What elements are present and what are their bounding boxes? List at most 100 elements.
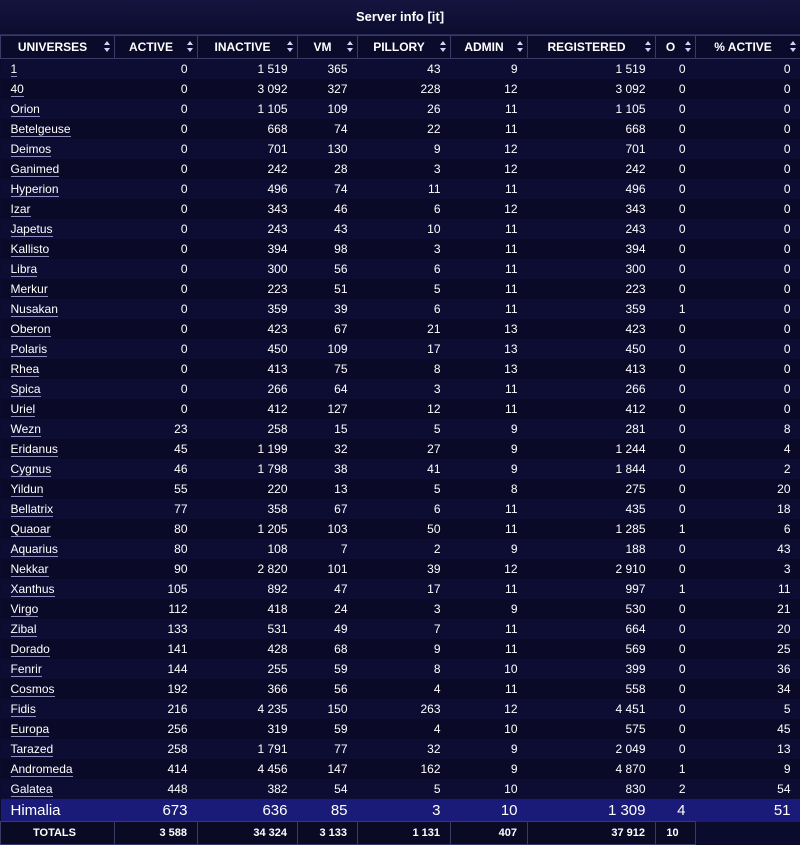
- column-header-admin[interactable]: ADMIN: [450, 35, 528, 59]
- table-body: 101 519 365 43 9 1 519 0 0 40 0 3 092 327 228 12 3 09…: [0, 58, 800, 845]
- universe-link[interactable]: Kallisto: [10, 242, 50, 257]
- cell-vm: 109: [297, 99, 358, 119]
- universe-link[interactable]: 1: [10, 62, 18, 77]
- universe-link[interactable]: Dorado: [10, 642, 50, 657]
- cell-active: 0: [114, 359, 198, 379]
- cell-vm: 54: [297, 779, 358, 799]
- sort-icon[interactable]: [287, 41, 293, 53]
- universe-link[interactable]: Virgo: [10, 602, 39, 617]
- universe-link[interactable]: Oberon: [10, 322, 51, 337]
- universe-link[interactable]: Merkur: [10, 282, 48, 297]
- cell-admin: 8: [450, 479, 528, 499]
- cell-active: 90: [114, 559, 198, 579]
- column-header-registered[interactable]: REGISTERED: [527, 35, 656, 59]
- universe-link[interactable]: Europa: [10, 722, 50, 737]
- cell-inactive: 366: [197, 679, 298, 699]
- universe-link[interactable]: Rhea: [10, 362, 40, 377]
- universe-link[interactable]: Galatea: [10, 782, 53, 797]
- universe-link[interactable]: Aquarius: [10, 542, 58, 557]
- universe-link[interactable]: 40: [10, 82, 24, 97]
- universe-link[interactable]: Betelgeuse: [10, 122, 71, 137]
- universe-link[interactable]: Tarazed: [10, 742, 54, 757]
- universe-link[interactable]: Nekkar: [10, 562, 49, 577]
- sort-icon[interactable]: [685, 41, 691, 53]
- column-header-pillory[interactable]: PILLORY: [357, 35, 451, 59]
- cell-registered: 435: [527, 499, 656, 519]
- sort-icon[interactable]: [645, 41, 651, 53]
- universe-link[interactable]: Izar: [10, 202, 31, 217]
- cell-active: 0: [114, 99, 198, 119]
- universe-link[interactable]: Cygnus: [10, 462, 52, 477]
- universe-link[interactable]: Polaris: [10, 342, 48, 357]
- cell-vm: 59: [297, 659, 358, 679]
- cell-registered: 281: [527, 419, 656, 439]
- totals-cell: 37 912: [527, 821, 656, 845]
- universe-link[interactable]: Hyperion: [10, 182, 59, 197]
- cell-admin: 11: [450, 119, 528, 139]
- universe-link[interactable]: Japetus: [10, 222, 53, 237]
- universe-link[interactable]: Himalia: [11, 802, 61, 819]
- sort-icon[interactable]: [517, 41, 523, 53]
- sort-icon[interactable]: [347, 41, 353, 53]
- cell-registered: 359: [527, 299, 656, 319]
- cell-vm: 130: [297, 139, 358, 159]
- table-row: Wezn 23 258 15 5 9 281 0 8: [0, 419, 800, 439]
- universe-name-cell: 40: [0, 79, 115, 99]
- cell-admin: 11: [450, 219, 528, 239]
- cell-registered: 575: [527, 719, 656, 739]
- cell-admin: 9: [450, 439, 528, 459]
- column-header-active[interactable]: ACTIVE: [114, 35, 198, 59]
- universe-link[interactable]: Yildun: [10, 482, 44, 497]
- cell-active: 0: [695, 179, 800, 199]
- column-header-universes[interactable]: UNIVERSES: [0, 35, 115, 59]
- universe-link[interactable]: Zibal: [10, 622, 37, 637]
- column-header-inactive[interactable]: INACTIVE: [197, 35, 298, 59]
- universe-link[interactable]: Fidis: [10, 702, 36, 717]
- sort-icon[interactable]: [440, 41, 446, 53]
- cell-pillory: 43: [357, 58, 451, 79]
- universe-link[interactable]: Libra: [10, 262, 38, 277]
- cell-active: 43: [695, 539, 800, 559]
- universe-link[interactable]: Wezn: [10, 422, 41, 437]
- universe-link[interactable]: Deimos: [10, 142, 52, 157]
- cell-o: 0: [655, 339, 696, 359]
- sort-icon[interactable]: [187, 41, 193, 53]
- universe-link[interactable]: Ganimed: [10, 162, 60, 177]
- cell-inactive: 892: [197, 579, 298, 599]
- cell-o: 0: [655, 439, 696, 459]
- column-header-o[interactable]: O: [655, 35, 696, 59]
- universe-link[interactable]: Nusakan: [10, 302, 58, 317]
- universe-name-cell: Betelgeuse: [0, 119, 115, 139]
- cell-pillory: 17: [357, 579, 451, 599]
- column-header-active[interactable]: % ACTIVE: [695, 35, 800, 59]
- cell-inactive: 412: [197, 399, 298, 419]
- universe-link[interactable]: Quaoar: [10, 522, 51, 537]
- universe-link[interactable]: Orion: [10, 102, 40, 117]
- universe-name-cell: Merkur: [0, 279, 115, 299]
- cell-inactive: 358: [197, 499, 298, 519]
- universe-link[interactable]: Eridanus: [10, 442, 58, 457]
- universe-link[interactable]: Cosmos: [10, 682, 55, 697]
- column-header-vm[interactable]: VM: [297, 35, 358, 59]
- cell-admin: 12: [450, 699, 528, 719]
- cell-active: 45: [114, 439, 198, 459]
- sort-icon[interactable]: [790, 41, 796, 53]
- cell-admin: 11: [450, 579, 528, 599]
- universe-link[interactable]: Fenrir: [10, 662, 42, 677]
- universe-name-cell: Izar: [0, 199, 115, 219]
- universe-link[interactable]: Andromeda: [10, 762, 73, 777]
- highlighted-row: Himalia 673 636 85 3 10 1 309 4 51: [0, 799, 800, 822]
- cell-registered: 343: [527, 199, 656, 219]
- cell-pillory: 4: [357, 719, 451, 739]
- universe-link[interactable]: Uriel: [10, 402, 36, 417]
- sort-icon[interactable]: [104, 41, 110, 53]
- universe-link[interactable]: Xanthus: [10, 582, 55, 597]
- cell-active: 0: [695, 239, 800, 259]
- cell-inactive: 266: [197, 379, 298, 399]
- cell-pillory: 17: [357, 339, 451, 359]
- cell-o: 0: [655, 659, 696, 679]
- cell-active: 80: [114, 519, 198, 539]
- cell-pillory: 228: [357, 79, 451, 99]
- universe-link[interactable]: Spica: [10, 382, 41, 397]
- universe-link[interactable]: Bellatrix: [10, 502, 54, 517]
